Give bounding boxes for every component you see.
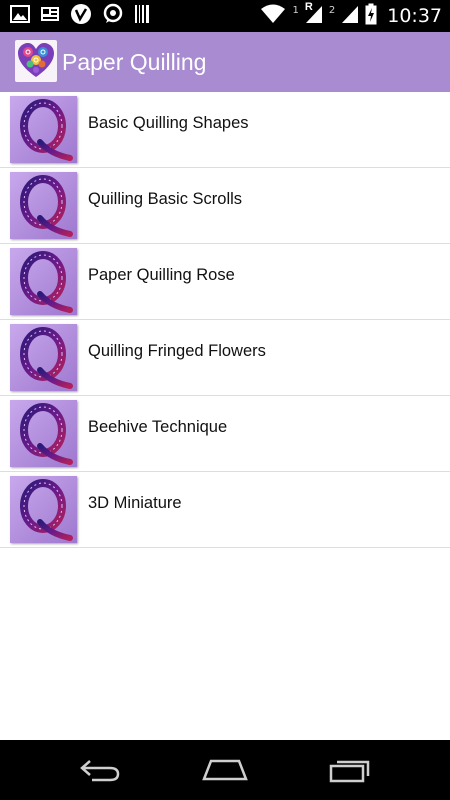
- status-bar: 1 R 2 10:37: [0, 0, 450, 32]
- list-item[interactable]: Quilling Basic Scrolls: [0, 168, 450, 244]
- list-item[interactable]: Quilling Fringed Flowers: [0, 320, 450, 396]
- app-title: Paper Quilling: [62, 49, 207, 75]
- list-item[interactable]: Basic Quilling Shapes: [0, 92, 450, 168]
- quilling-q-icon: [10, 172, 77, 239]
- list-item-label: Basic Quilling Shapes: [88, 114, 249, 132]
- quilling-q-icon: [10, 324, 77, 391]
- list-item-label: Quilling Fringed Flowers: [88, 342, 266, 360]
- signal-2-icon: [341, 4, 359, 29]
- navigation-bar: [0, 740, 450, 800]
- back-icon: [80, 760, 120, 782]
- sim2-label: 2: [328, 5, 336, 16]
- notification-icons: [10, 3, 150, 30]
- quilling-q-icon: [10, 476, 77, 543]
- list-item[interactable]: Paper Quilling Rose: [0, 244, 450, 320]
- sim1-label: 1: [292, 5, 299, 16]
- quilling-q-icon: [10, 400, 77, 467]
- list-item-label: 3D Miniature: [88, 494, 182, 512]
- home-icon: [202, 759, 248, 781]
- battery-icon: [365, 3, 377, 30]
- quilling-q-icon: [10, 248, 77, 315]
- list-item-label: Beehive Technique: [88, 418, 228, 436]
- system-icons: 1 R 2 10:37: [260, 0, 442, 30]
- home-button[interactable]: [195, 750, 255, 790]
- back-button[interactable]: [70, 750, 130, 790]
- list-item-label: Paper Quilling Rose: [88, 266, 235, 284]
- quilling-q-icon: [10, 96, 77, 163]
- recents-button[interactable]: [320, 750, 380, 790]
- clock: 10:37: [387, 5, 442, 27]
- wifi-icon: [260, 4, 286, 29]
- whatsapp-icon: [102, 3, 124, 30]
- list-item-label: Quilling Basic Scrolls: [88, 190, 243, 208]
- image-icon: [10, 4, 30, 28]
- news-icon: [40, 5, 60, 28]
- list-item[interactable]: 3D Miniature: [0, 472, 450, 548]
- signal-1-icon: R: [304, 0, 323, 29]
- topic-list: Basic Quilling Shapes Quilling Basic Scr…: [0, 92, 450, 548]
- app-bar: Paper Quilling: [0, 32, 450, 92]
- roaming-indicator: R: [304, 0, 313, 13]
- barcode-icon: [134, 4, 150, 29]
- list-item[interactable]: Beehive Technique: [0, 396, 450, 472]
- recents-icon: [329, 760, 370, 783]
- vine-icon: [70, 3, 92, 30]
- quilled-heart-icon: [15, 40, 57, 82]
